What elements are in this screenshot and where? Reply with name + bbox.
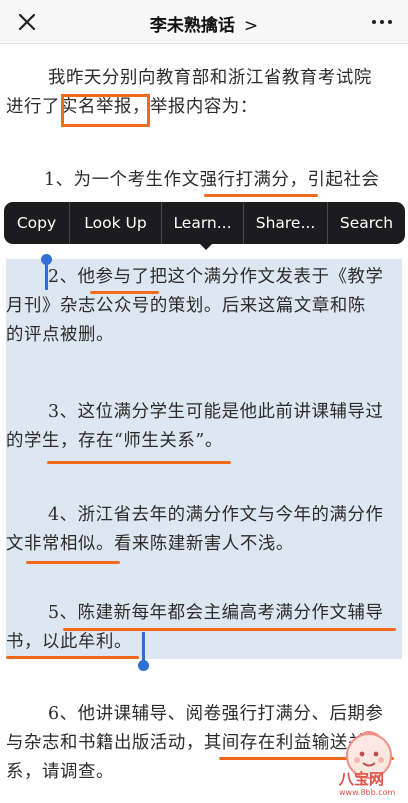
underline-item5-line1	[63, 628, 396, 631]
chevron-right-icon: >	[243, 16, 259, 36]
real-name-report-box	[61, 94, 150, 127]
item-3-line2: 的学生，存在“师生关系”。	[6, 431, 223, 451]
intro-line2-suffix: ，举报内容为：	[131, 97, 258, 117]
item-4-line2: 文非常相似。看来陈建新害人不浅。	[6, 534, 294, 554]
underline-item3	[47, 461, 231, 464]
menu-search[interactable]: Search	[328, 202, 405, 244]
item-2-paragraph: 2、他参与了把这个满分作文发表于《教学 月刊》杂志公众号的策划。后来这篇文章和陈…	[6, 263, 402, 350]
item-5-line1: 5、陈建新每年都会主编高考满分作文辅导	[48, 603, 384, 623]
item-6-line1: 6、他讲课辅导、阅卷强行打满分、后期参	[48, 704, 384, 724]
watermark-logo: 八宝网 www.8bb.com	[335, 728, 403, 800]
intro-line1: 我昨天分别向教育部和浙江省教育考试院	[48, 68, 372, 88]
menu-look-up[interactable]: Look Up	[70, 202, 162, 244]
navigation-bar: 李未熟擒话 >	[0, 0, 408, 44]
account-name: 李未熟擒话	[149, 16, 235, 36]
watermark-url: www.8bb.com	[339, 788, 396, 797]
item-6-line3: 系，请调查。	[6, 762, 114, 782]
more-dots-icon	[372, 20, 376, 24]
underline-item5-line2	[6, 656, 139, 659]
item-3-paragraph: 3、这位满分学生可能是他此前讲课辅导过 的学生，存在“师生关系”。	[6, 398, 402, 456]
item-4-line1: 4、浙江省去年的满分作文与今年的满分作	[48, 505, 384, 525]
context-menu-pointer	[197, 241, 215, 250]
account-title-link[interactable]: 李未熟擒话 >	[0, 11, 408, 36]
item-1-text: 1、为一个考生作文强行打满分，引起社会	[44, 170, 380, 190]
context-menu: Copy Look Up Learn... Share... Search	[4, 202, 405, 244]
item-4-paragraph: 4、浙江省去年的满分作文与今年的满分作 文非常相似。看来陈建新害人不浅。	[6, 501, 402, 559]
underline-item4	[26, 561, 120, 564]
item-2-line1: 2、他参与了把这个满分作文发表于《教学	[48, 267, 384, 287]
item-5-line2: 书，以此牟利。	[6, 632, 132, 652]
more-button[interactable]	[368, 10, 396, 34]
watermark-text: 八宝网	[339, 770, 385, 788]
item-2-line3: 的评点被删。	[6, 325, 114, 345]
item-2-line2: 月刊》杂志公众号的策划。后来这篇文章和陈	[6, 296, 366, 316]
intro-line2-prefix: 进行了	[6, 97, 60, 117]
underline-item2	[90, 291, 159, 294]
menu-share[interactable]: Share...	[244, 202, 328, 244]
underline-item1	[204, 194, 318, 197]
item-3-line1: 3、这位满分学生可能是他此前讲课辅导过	[48, 402, 384, 422]
item-1-paragraph: 1、为一个考生作文强行打满分，引起社会	[6, 166, 402, 195]
item-6-line2: 与杂志和书籍出版活动，其间存在利益输送关	[6, 733, 366, 753]
menu-copy[interactable]: Copy	[4, 202, 70, 244]
menu-learn[interactable]: Learn...	[162, 202, 244, 244]
